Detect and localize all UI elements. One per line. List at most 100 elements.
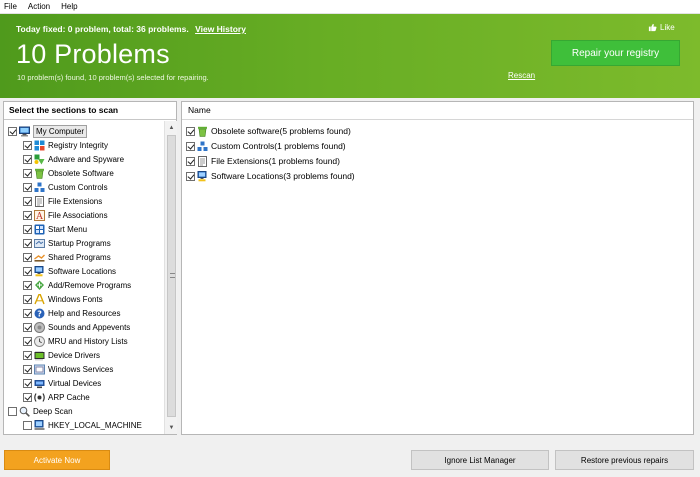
tree-item[interactable]: Software Locations (23, 264, 116, 278)
tree-item[interactable]: Sounds and Appevents (23, 320, 130, 334)
tree-label: Software Locations (48, 266, 117, 276)
svg-text:?: ? (37, 309, 42, 318)
ignore-list-manager-button[interactable]: Ignore List Manager (411, 450, 549, 470)
problem-item[interactable]: Software Locations(3 problems found) (186, 169, 355, 183)
menu-bar: File Action Help (0, 0, 700, 14)
activate-now-button[interactable]: Activate Now (4, 450, 110, 470)
tree-item[interactable]: Virtual Devices (23, 376, 101, 390)
problem-checkbox[interactable] (186, 171, 195, 181)
tree-checkbox[interactable] (23, 154, 32, 164)
tree-checkbox[interactable] (23, 378, 32, 388)
history-icon (34, 335, 45, 347)
tree-checkbox[interactable] (23, 308, 32, 318)
menu-help[interactable]: Help (55, 0, 82, 13)
tree-checkbox[interactable] (23, 392, 32, 402)
tree-item[interactable]: Windows Fonts (23, 292, 103, 306)
shared-icon (34, 252, 45, 263)
tree-checkbox[interactable] (23, 322, 32, 332)
fixed-status-text: Today fixed: 0 problem, total: 36 proble… (16, 24, 189, 34)
tree-checkbox[interactable] (23, 252, 32, 262)
problem-label: File Extensions(1 problems found) (211, 156, 340, 166)
tree-item[interactable]: Windows Services (23, 362, 113, 376)
tree-item[interactable]: Add/Remove Programs (23, 278, 131, 292)
tree-item[interactable]: File Extensions (23, 194, 102, 208)
tree-checkbox[interactable] (23, 140, 32, 150)
tree-label: Windows Services (48, 364, 114, 374)
menu-action[interactable]: Action (22, 0, 55, 13)
problems-title: 10 Problems (16, 39, 170, 69)
document-icon (197, 155, 208, 167)
problem-checkbox[interactable] (186, 126, 195, 136)
tree-checkbox[interactable] (23, 196, 32, 206)
tree-item[interactable]: MRU and History Lists (23, 334, 128, 348)
tree-checkbox[interactable] (23, 224, 32, 234)
tree-checkbox[interactable] (8, 406, 17, 416)
tree-checkbox[interactable] (23, 294, 32, 304)
scan-sections-header: Select the sections to scan (4, 102, 176, 120)
problem-item[interactable]: Obsolete software(5 problems found) (186, 124, 351, 138)
menu-file[interactable]: File (0, 0, 22, 13)
tree-item[interactable]: Shared Programs (23, 250, 111, 264)
svg-text:A: A (35, 212, 43, 221)
start-menu-icon (34, 224, 45, 235)
tree-item[interactable]: Custom Controls (23, 180, 108, 194)
tree-item[interactable]: ARP Cache (23, 390, 90, 404)
tree-checkbox[interactable] (23, 238, 32, 248)
tree-item[interactable]: Obsolete Software (23, 166, 114, 180)
tree-item[interactable]: HKEY_LOCAL_MACHINE (23, 418, 142, 432)
tree-checkbox[interactable] (23, 280, 32, 290)
tree-checkbox[interactable] (23, 336, 32, 346)
scroll-thumb[interactable] (167, 135, 176, 417)
problem-checkbox[interactable] (186, 141, 195, 151)
tree-item[interactable]: Device Drivers (23, 348, 100, 362)
problem-item[interactable]: File Extensions(1 problems found) (186, 154, 340, 168)
scroll-up-arrow-icon[interactable]: ▲ (165, 121, 178, 134)
tree-label: Startup Programs (48, 238, 111, 248)
repair-registry-button[interactable]: Repair your registry (551, 40, 680, 66)
tree-checkbox[interactable] (23, 350, 32, 360)
tree-checkbox[interactable] (23, 210, 32, 220)
tree-checkbox[interactable] (23, 182, 32, 192)
scroll-down-arrow-icon[interactable]: ▼ (165, 421, 178, 434)
driver-icon (34, 350, 45, 361)
thumbs-up-icon (648, 23, 657, 32)
problem-item[interactable]: Custom Controls(1 problems found) (186, 139, 346, 153)
tree-item[interactable]: Startup Programs (23, 236, 111, 250)
tree-label: Registry Integrity (48, 140, 109, 150)
arp-cache-icon (34, 392, 45, 403)
tree-label: File Extensions (48, 196, 103, 206)
problem-label: Custom Controls(1 problems found) (211, 141, 346, 151)
problem-checkbox[interactable] (186, 156, 195, 166)
rescan-link[interactable]: Rescan (508, 71, 535, 80)
tree-item[interactable]: Registry Integrity (23, 138, 108, 152)
view-history-link[interactable]: View History (195, 24, 246, 34)
like-button[interactable]: Like (648, 23, 675, 32)
restore-previous-repairs-button[interactable]: Restore previous repairs (555, 450, 694, 470)
tree-label: Add/Remove Programs (48, 280, 132, 290)
tree-label: Obsolete Software (48, 168, 114, 178)
startup-icon (34, 238, 45, 249)
tree-checkbox[interactable] (23, 168, 32, 178)
tree-item[interactable]: My Computer (8, 124, 88, 138)
tree-checkbox[interactable] (23, 420, 32, 430)
tree-checkbox[interactable] (23, 266, 32, 276)
tree-item[interactable]: A File Associations (23, 208, 108, 222)
tree-item[interactable]: ? Help and Resources (23, 306, 120, 320)
tree-scrollbar[interactable]: ▲ ▼ (164, 121, 177, 434)
sound-icon (34, 321, 45, 333)
services-icon (34, 364, 45, 375)
help-icon: ? (34, 308, 45, 319)
name-column-header[interactable]: Name (182, 102, 693, 120)
tree-label: Deep Scan (33, 406, 73, 416)
like-label: Like (660, 23, 675, 32)
tree-label: Start Menu (48, 224, 88, 234)
tree-item[interactable]: Start Menu (23, 222, 87, 236)
tree-item[interactable]: Deep Scan (8, 404, 73, 418)
tree-label: Help and Resources (48, 308, 121, 318)
computer-icon (19, 126, 30, 137)
tree-label: Sounds and Appevents (48, 322, 131, 332)
tree-checkbox[interactable] (8, 126, 17, 136)
tree-checkbox[interactable] (23, 364, 32, 374)
tree-item[interactable]: Adware and Spyware (23, 152, 124, 166)
scan-sections-tree: My Computer Registry Integrity Adware and … (4, 121, 164, 434)
